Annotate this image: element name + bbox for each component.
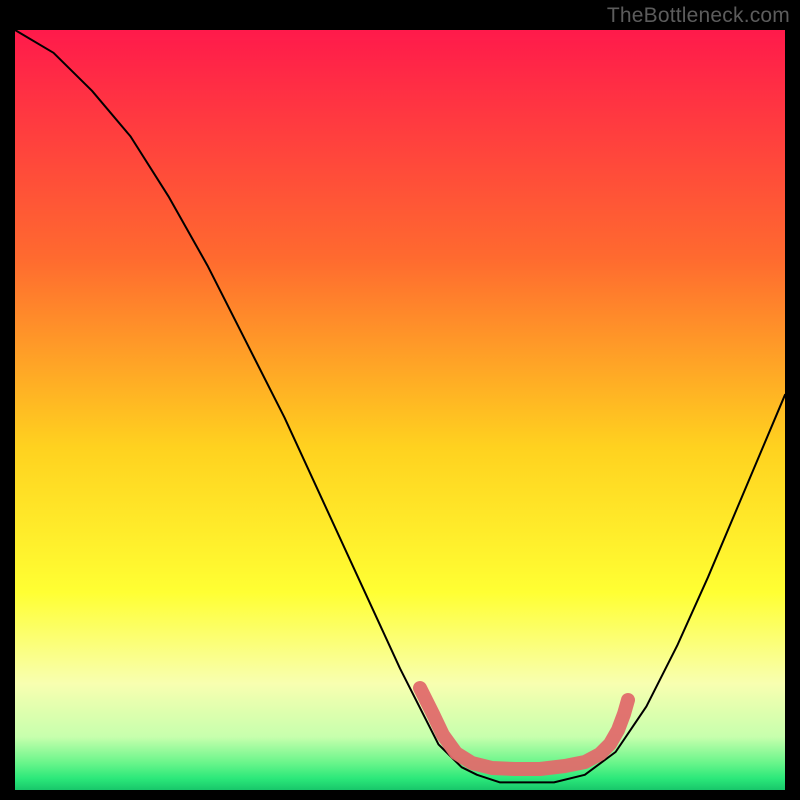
bottleneck-chart xyxy=(0,0,800,800)
gradient-background xyxy=(15,30,785,790)
watermark-text: TheBottleneck.com xyxy=(607,4,790,28)
chart-stage: TheBottleneck.com xyxy=(0,0,800,800)
